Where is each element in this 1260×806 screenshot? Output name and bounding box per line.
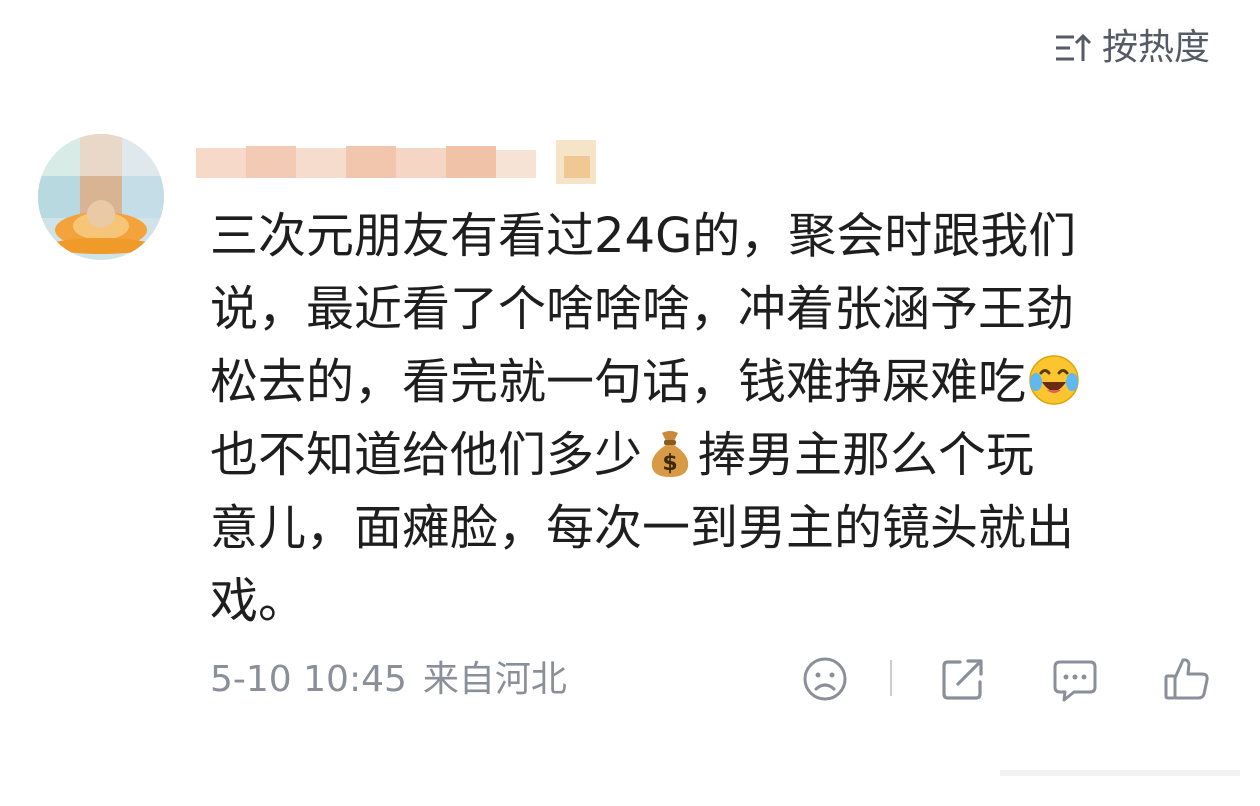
comment-line: 松去的，看完就一句话，钱难挣屎难吃	[210, 346, 1210, 419]
reply-comment-icon[interactable]	[1050, 654, 1100, 704]
comment-line: 意儿，面瘫脸，每次一到男主的镜头就出	[210, 500, 1075, 556]
sort-descending-icon	[1054, 31, 1092, 65]
action-divider	[890, 660, 892, 696]
obscured-username[interactable]	[196, 140, 616, 184]
location: 来自河北	[422, 659, 567, 700]
money-bag-emoji: $	[644, 427, 696, 479]
sort-by-hot-toggle[interactable]: 按热度	[1054, 26, 1210, 70]
svg-text:$: $	[662, 451, 677, 476]
sort-label: 按热度	[1101, 27, 1210, 68]
comment-line: 说，最近看了个啥啥啥，冲着张涵予王劲	[210, 281, 1075, 337]
comment-text: 三次元朋友有看过24G的，聚会时跟我们 说，最近看了个啥啥啥，冲着张涵予王劲 松…	[210, 200, 1210, 638]
comment-actions	[800, 650, 1220, 710]
share-icon[interactable]	[938, 654, 988, 704]
comment-meta: 5-10 10:45 来自河北	[210, 656, 567, 704]
avatar[interactable]	[38, 134, 164, 260]
watermark	[1000, 760, 1240, 786]
comment-line: 戏。	[210, 573, 307, 629]
laughing-crying-emoji	[1028, 354, 1080, 406]
comment-line: 也不知道给他们多少 $ 捧男主那么个玩	[210, 427, 1035, 483]
like-thumb-icon[interactable]	[1162, 654, 1212, 704]
dislike-face-icon[interactable]	[800, 654, 850, 704]
timestamp: 5-10 10:45	[210, 659, 407, 700]
comment-line: 三次元朋友有看过24G的，聚会时跟我们	[210, 208, 1077, 264]
